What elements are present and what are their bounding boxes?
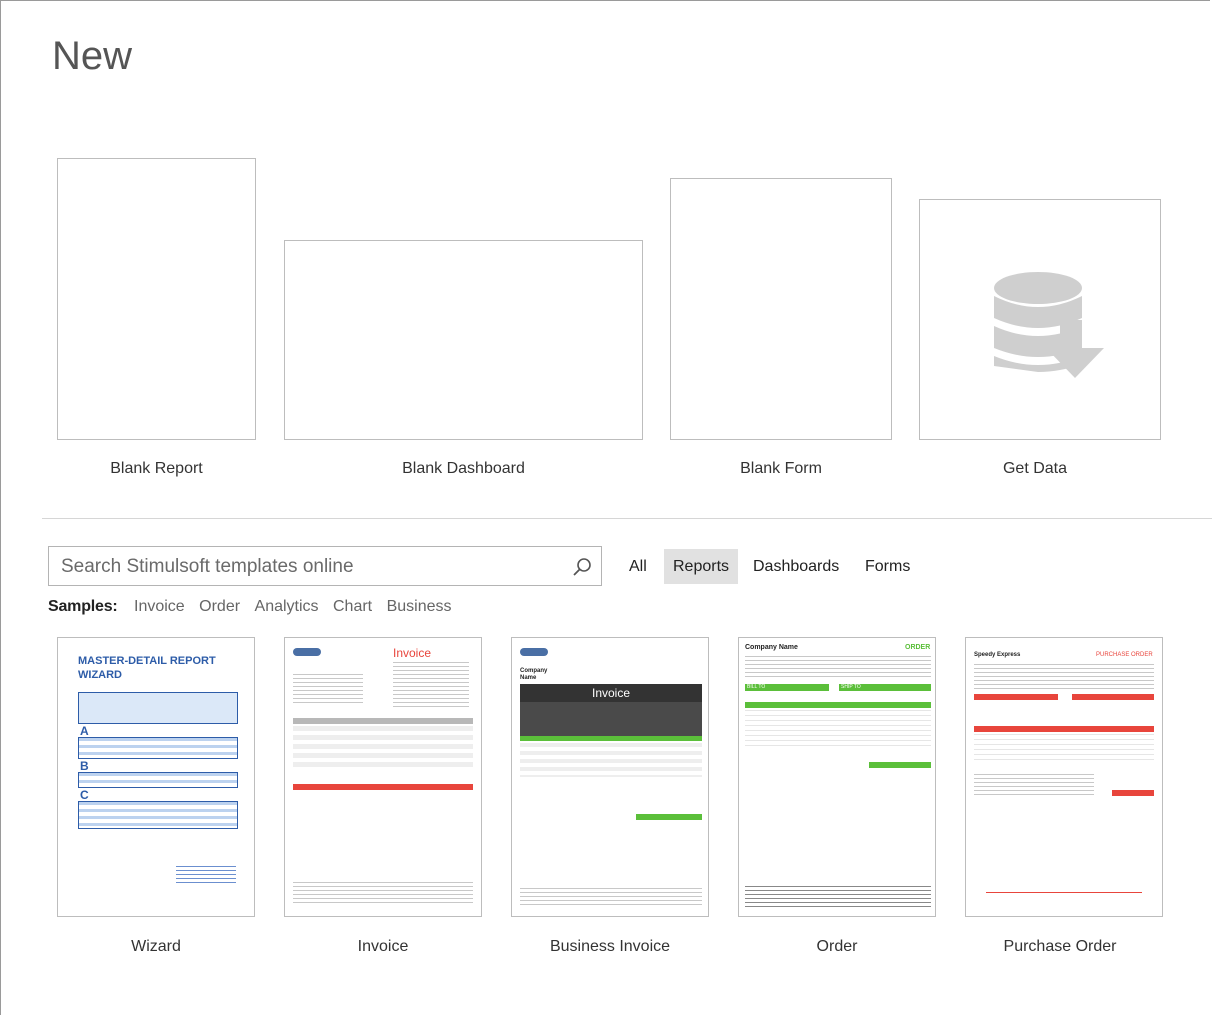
samples-label: Samples: <box>48 598 118 615</box>
template-card-wizard[interactable]: MASTER-DETAIL REPORT WIZARD A B C <box>57 637 255 917</box>
wizard-thumb-title: MASTER-DETAIL REPORT WIZARD <box>78 655 216 681</box>
filter-forms[interactable]: Forms <box>856 549 919 584</box>
business-invoice-footer <box>520 888 702 906</box>
invoice-logo <box>293 648 321 656</box>
invoice-table-header <box>293 718 473 724</box>
business-invoice-dark-block <box>520 702 702 736</box>
wizard-group-c: C <box>80 788 89 802</box>
invoice-total-bar <box>293 784 473 790</box>
wizard-rows-b <box>78 772 238 788</box>
template-label-order: Order <box>816 938 858 955</box>
wizard-rows-a <box>78 737 238 759</box>
blank-report-tile[interactable] <box>57 158 256 440</box>
template-label-invoice: Invoice <box>357 938 409 955</box>
purchase-order-shipto-bar <box>1072 694 1154 700</box>
get-data-tile[interactable] <box>919 199 1161 440</box>
order-footer-lines <box>745 886 931 910</box>
business-invoice-rows <box>520 743 702 777</box>
order-ship-to: SHIP TO <box>839 684 931 691</box>
filter-dashboards[interactable]: Dashboards <box>744 549 848 584</box>
purchase-order-info-lines <box>974 664 1154 690</box>
template-card-business-invoice[interactable]: Company Name Invoice <box>511 637 709 917</box>
template-card-order[interactable]: Company Name ORDER BILL TO SHIP TO <box>738 637 936 917</box>
order-bill-to: BILL TO <box>745 684 829 691</box>
sample-link-order[interactable]: Order <box>199 598 240 615</box>
business-invoice-logo <box>520 648 548 656</box>
sample-link-chart[interactable]: Chart <box>333 598 372 615</box>
wizard-rows-c <box>78 801 238 829</box>
section-divider <box>42 518 1212 519</box>
template-search <box>48 546 602 586</box>
search-input[interactable] <box>59 555 563 579</box>
invoice-thumb-heading: Invoice <box>393 646 432 660</box>
purchase-order-table-header <box>974 726 1154 732</box>
blank-form-label: Blank Form <box>740 460 822 477</box>
business-invoice-green-header <box>520 736 702 741</box>
wizard-group-b: B <box>80 759 89 773</box>
purchase-order-vendor-bar <box>974 694 1058 700</box>
database-download-icon <box>994 272 1104 378</box>
purchase-order-footer-line <box>986 892 1142 893</box>
template-card-invoice[interactable]: Invoice <box>284 637 482 917</box>
template-label-wizard: Wizard <box>131 938 181 955</box>
template-card-purchase-order[interactable]: Speedy Express PURCHASE ORDER <box>965 637 1163 917</box>
order-total-bar <box>869 762 931 768</box>
template-label-purchase-order: Purchase Order <box>1003 938 1117 955</box>
business-invoice-company: Company Name <box>520 668 548 681</box>
invoice-table-rows <box>293 726 473 770</box>
order-table-rows <box>745 710 931 746</box>
page-title: New <box>52 34 133 78</box>
sample-link-invoice[interactable]: Invoice <box>134 598 185 615</box>
blank-dashboard-tile[interactable] <box>284 240 643 440</box>
search-icon[interactable] <box>571 556 593 578</box>
order-heading: ORDER <box>905 644 931 651</box>
sample-link-business[interactable]: Business <box>387 598 452 615</box>
blank-dashboard-label: Blank Dashboard <box>402 460 525 477</box>
invoice-footer-lines <box>293 882 473 904</box>
invoice-address-lines <box>293 674 363 704</box>
purchase-order-rows <box>974 734 1154 764</box>
sample-link-analytics[interactable]: Analytics <box>255 598 319 615</box>
order-table-header <box>745 702 931 708</box>
filter-all[interactable]: All <box>620 549 656 584</box>
blank-form-tile[interactable] <box>670 178 892 440</box>
business-invoice-total <box>636 814 702 820</box>
business-invoice-banner: Invoice <box>520 684 702 702</box>
purchase-order-heading: PURCHASE ORDER <box>1096 652 1153 658</box>
invoice-details-lines <box>393 662 469 710</box>
purchase-order-total <box>1112 790 1154 796</box>
order-company: Company Name <box>745 644 798 651</box>
wizard-thumb-table <box>78 692 238 724</box>
filter-reports[interactable]: Reports <box>664 549 739 584</box>
purchase-order-notes <box>974 774 1094 798</box>
blank-report-label: Blank Report <box>110 460 203 477</box>
wizard-group-a: A <box>80 724 89 738</box>
wizard-footer-lines <box>176 866 236 884</box>
order-info-lines <box>745 656 931 678</box>
template-label-business-invoice: Business Invoice <box>549 938 671 955</box>
purchase-order-company: Speedy Express <box>974 652 1021 658</box>
get-data-label: Get Data <box>1002 460 1068 477</box>
samples-bar: Samples: Invoice Order Analytics Chart B… <box>48 598 452 616</box>
